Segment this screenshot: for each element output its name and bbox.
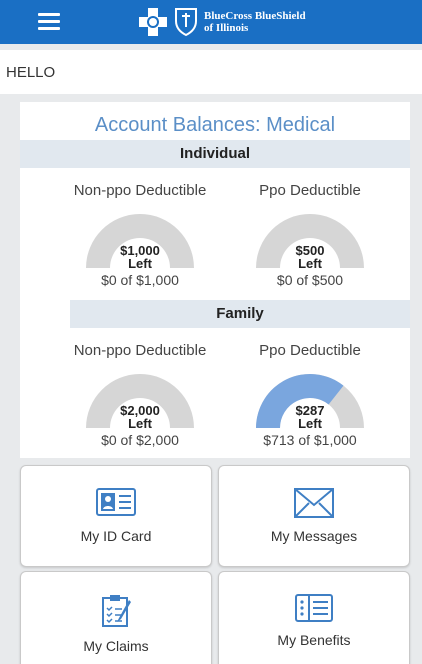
app-header: BlueCross BlueShield of Illinois [0,0,422,44]
gauge-label: Non-ppo Deductible [73,342,207,359]
blue-shield-icon [175,8,197,37]
gauge-amount: $713 of $1,000 [263,432,357,448]
gauge-label: Non-ppo Deductible [73,182,207,199]
my-benefits-button[interactable]: My Benefits [218,571,410,664]
envelope-icon [219,488,409,523]
gauge-amount: $0 of $2,000 [101,432,179,448]
gauge-label: Ppo Deductible [259,342,361,359]
gauge-label: Ppo Deductible [259,182,361,199]
blue-cross-icon [139,8,167,36]
family-ppo-gauge: Ppo Deductible $713 of $1,000 $287 Left [230,342,390,448]
gauge-remaining: $2,000 Left [120,403,160,431]
brand-logo: BlueCross BlueShield of Illinois [138,6,306,38]
individual-non-ppo-gauge: Non-ppo Deductible $0 of $1,000 $1,000 L… [60,182,220,288]
tile-label: My ID Card [80,528,152,544]
list-icon [219,594,409,627]
greeting-text: HELLO [6,64,56,81]
family-heading: Family [70,300,410,328]
gauge-amount: $0 of $500 [276,272,344,288]
gauge-amount: $0 of $1,000 [101,272,179,288]
account-balances-card: Account Balances: Medical Individual Non… [20,102,410,458]
tile-label: My Benefits [277,632,351,648]
tile-label: My Messages [270,528,358,544]
family-non-ppo-gauge: Non-ppo Deductible $0 of $2,000 $2,000 L… [60,342,220,448]
individual-ppo-gauge: Ppo Deductible $0 of $500 $500 Left [230,182,390,288]
my-claims-button[interactable]: My Claims [20,571,212,664]
clipboard-icon [21,594,211,633]
greeting-bar: HELLO [0,50,422,94]
tile-label: My Claims [83,638,149,654]
balances-title: Account Balances: Medical [94,114,336,136]
menu-icon[interactable] [38,13,60,31]
my-messages-button[interactable]: My Messages [218,465,410,567]
gauge-remaining: $500 Left [295,243,325,271]
gauge-remaining: $1,000 Left [120,243,160,271]
gauge-remaining: $287 Left [295,403,325,431]
individual-heading: Individual [20,140,410,168]
id-card-icon [21,488,211,521]
brand-name: BlueCross BlueShield of Illinois [204,10,306,34]
my-id-card-button[interactable]: My ID Card [20,465,212,567]
